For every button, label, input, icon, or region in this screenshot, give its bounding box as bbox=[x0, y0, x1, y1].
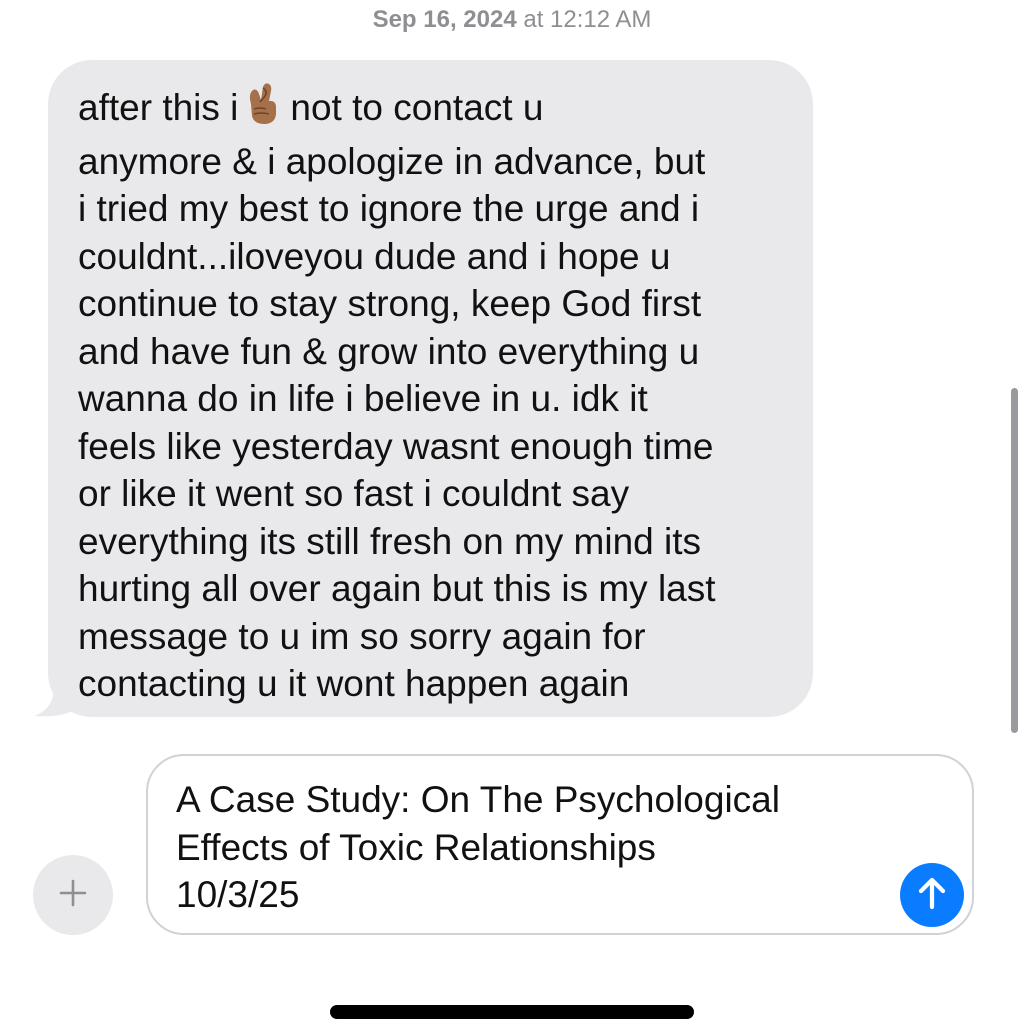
input-text-line: Effects of Toxic Relationships bbox=[176, 826, 656, 868]
message-text-start: after this i bbox=[78, 87, 239, 128]
message-line: anymore & i apologize in advance, but bbox=[78, 140, 706, 182]
input-text-line: 10/3/25 bbox=[176, 874, 300, 915]
message-line: message to u im so sorry again for bbox=[78, 615, 646, 657]
message-line: feels like yesterday wasnt enough time bbox=[78, 425, 714, 467]
arrow-up-icon bbox=[913, 874, 951, 917]
message-line: contacting u it wont happen again bbox=[78, 663, 630, 704]
message-line: i tried my best to ignore the urge and i bbox=[78, 188, 700, 229]
message-line: and have fun & grow into everything u bbox=[78, 330, 700, 372]
message-line: everything its still fresh on my mind it… bbox=[78, 520, 702, 562]
timestamp-date: Sep 16, 2024 bbox=[372, 6, 517, 33]
crossed-fingers-emoji-icon bbox=[242, 82, 282, 138]
received-message-bubble[interactable]: after this i not to contact u anymore & … bbox=[48, 60, 813, 717]
message-line: couldnt...iloveyou dude and i hope u bbox=[78, 235, 671, 277]
scrollbar[interactable] bbox=[1011, 388, 1018, 733]
home-indicator[interactable] bbox=[330, 1005, 694, 1019]
message-line: hurting all over again but this is my la… bbox=[78, 568, 716, 609]
send-button[interactable] bbox=[900, 863, 964, 927]
message-line: after this i not to contact u bbox=[78, 82, 793, 138]
add-attachment-button[interactable] bbox=[33, 855, 113, 935]
message-line: wanna do in life i believe in u. idk it bbox=[78, 378, 648, 419]
input-text-line: A Case Study: On The Psychological bbox=[176, 779, 780, 820]
message-input-field[interactable]: A Case Study: On The Psychological Effec… bbox=[146, 754, 974, 935]
plus-icon bbox=[58, 878, 88, 913]
message-line: continue to stay strong, keep God first bbox=[78, 283, 702, 324]
message-line: or like it went so fast i couldnt say bbox=[78, 473, 630, 514]
timestamp-time: at 12:12 AM bbox=[516, 6, 652, 33]
message-timestamp: Sep 16, 2024 at 12:12 AM bbox=[0, 6, 1024, 34]
message-text-continued: not to contact u bbox=[290, 87, 544, 128]
